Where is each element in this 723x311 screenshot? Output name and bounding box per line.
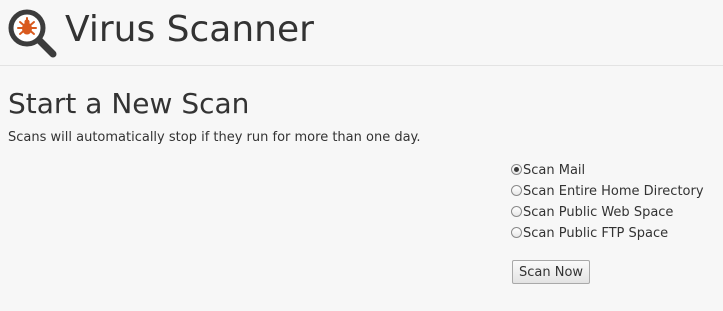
scan-option-home-directory[interactable]: Scan Entire Home Directory — [511, 181, 716, 202]
scan-public-ftp-space-radio[interactable] — [511, 227, 522, 238]
virus-scanner-logo-icon — [8, 9, 57, 58]
section-description: Scans will automatically stop if they ru… — [8, 130, 421, 145]
scan-public-web-space-radio[interactable] — [511, 206, 522, 217]
scan-mail-label[interactable]: Scan Mail — [523, 163, 585, 179]
scan-option-public-web-space[interactable]: Scan Public Web Space — [511, 202, 716, 223]
page-title: Virus Scanner — [65, 9, 314, 50]
scan-home-directory-radio[interactable] — [511, 185, 522, 196]
section-title: Start a New Scan — [8, 87, 250, 120]
scan-option-public-ftp-space[interactable]: Scan Public FTP Space — [511, 223, 716, 244]
scan-option-mail[interactable]: Scan Mail — [511, 160, 716, 181]
scan-public-ftp-space-label[interactable]: Scan Public FTP Space — [523, 226, 668, 242]
page-header: Virus Scanner — [0, 0, 723, 66]
scan-public-web-space-label[interactable]: Scan Public Web Space — [523, 205, 673, 221]
scan-now-button[interactable]: Scan Now — [512, 260, 591, 284]
scan-options: Scan Mail Scan Entire Home Directory Sca… — [511, 160, 716, 244]
scan-mail-radio[interactable] — [511, 164, 522, 175]
scan-home-directory-label[interactable]: Scan Entire Home Directory — [523, 184, 704, 200]
